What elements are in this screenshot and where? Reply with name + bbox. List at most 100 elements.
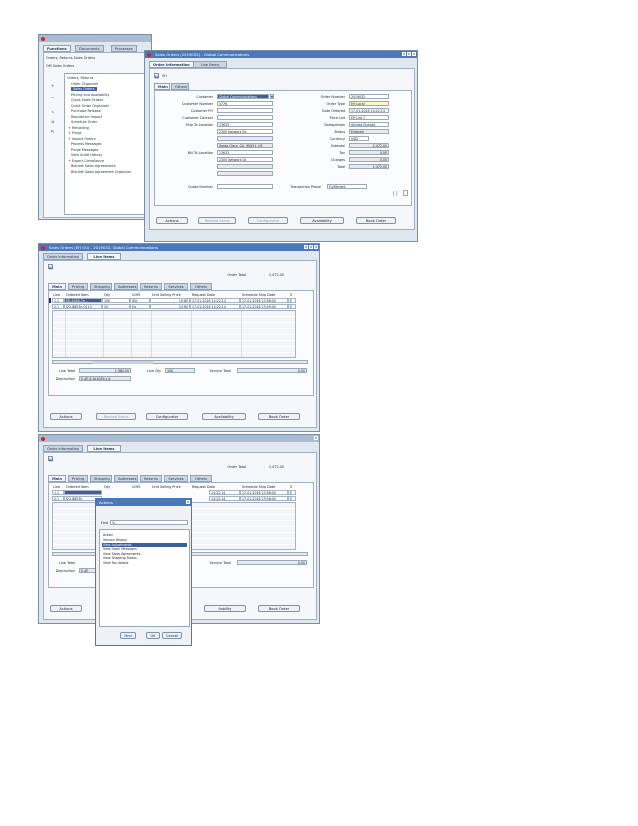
- book-order-button[interactable]: Book Order: [258, 605, 300, 612]
- nav-item-import-orders[interactable]: + Import Orders: [68, 137, 96, 141]
- subtab-shipping[interactable]: Shipping: [90, 475, 112, 482]
- attachment-icon[interactable]: ▤: [154, 73, 159, 79]
- subtab-main[interactable]: Main: [154, 83, 170, 90]
- nav-item-view-audit-history[interactable]: View Audit History: [71, 153, 102, 157]
- row1-ordered-item[interactable]: [64, 490, 102, 495]
- row2-line[interactable]: 2.1: [52, 304, 64, 309]
- related-items-button[interactable]: Related Items: [198, 217, 236, 224]
- subtab-others[interactable]: Others: [190, 475, 212, 482]
- attachment-icon[interactable]: ▤: [48, 456, 53, 462]
- row1-uom[interactable]: IEA: [130, 298, 150, 303]
- tab-order-information[interactable]: Order Information: [43, 253, 84, 260]
- row1-status[interactable]: E: [288, 298, 296, 303]
- nav-item-reholding[interactable]: + Reholding: [68, 126, 89, 130]
- action-view-sales-agreements[interactable]: View Sales Agreements: [102, 552, 140, 556]
- row2-ordered-item[interactable]: DO-8853h-0110: [64, 304, 102, 309]
- order-type-field[interactable]: EH Local: [349, 101, 389, 106]
- row2-status[interactable]: E: [288, 304, 296, 309]
- subtab-services[interactable]: Services: [164, 283, 188, 290]
- find-input[interactable]: %: [110, 520, 188, 525]
- nav-tab-processes[interactable]: Processes: [111, 45, 137, 52]
- customer-field[interactable]: Global Communications: [217, 94, 269, 99]
- nav-item-pricing-availability[interactable]: Pricing and Availability: [71, 93, 109, 97]
- row1-qty[interactable]: 100: [102, 298, 130, 303]
- row1-schedule-ship-date[interactable]: 17-01-2016 23:58:00: [240, 490, 288, 495]
- row2-unit-price[interactable]: 24.60: [150, 304, 190, 309]
- subtab-pricing[interactable]: Pricing: [68, 283, 88, 290]
- row2-status[interactable]: E: [288, 496, 296, 501]
- ship-to-location-field[interactable]: 13633: [217, 122, 273, 127]
- row2-qty[interactable]: 20: [102, 304, 130, 309]
- action-view-tax-details[interactable]: View Tax details: [102, 561, 128, 565]
- nav-item-order-organizer[interactable]: Order Organizer: [71, 82, 98, 86]
- subtab-services[interactable]: Services: [164, 475, 188, 482]
- actions-button[interactable]: Actions: [156, 217, 188, 224]
- order-number-field[interactable]: 2019032: [349, 94, 389, 99]
- subtab-addresses[interactable]: Addresses: [114, 283, 138, 290]
- row2-uom[interactable]: Ea: [130, 304, 150, 309]
- price-list-field[interactable]: EH List 1: [349, 115, 389, 120]
- configurator-button[interactable]: Configurator: [248, 217, 288, 224]
- subtab-addresses[interactable]: Addresses: [114, 475, 138, 482]
- nav-tab-functions[interactable]: Functions: [43, 45, 71, 52]
- tab-line-items[interactable]: Line Items: [193, 61, 227, 68]
- actions-button[interactable]: Actions: [50, 605, 82, 612]
- row2-schedule-ship-date[interactable]: 17-01-2016 23:59:00: [240, 304, 288, 309]
- nav-item-purchase-release[interactable]: Purchase Release: [71, 109, 101, 113]
- nav-item-quick-sales-orders[interactable]: Quick Sales Orders: [71, 98, 103, 102]
- action-version-history[interactable]: Version History: [102, 538, 127, 542]
- nav-item-blanket-sales-agreements[interactable]: Blanket Sales Agreements: [71, 164, 116, 168]
- tab-order-information[interactable]: Order Information: [43, 445, 84, 452]
- nav-item-sales-orders[interactable]: Sales Orders: [71, 87, 97, 91]
- quote-number-field[interactable]: [217, 184, 273, 189]
- currency-field[interactable]: USD: [349, 136, 369, 141]
- ok-button[interactable]: OK: [146, 632, 160, 639]
- close-icon[interactable]: [412, 52, 416, 56]
- nav-item-orders-returns[interactable]: Orders, Returns: [67, 76, 94, 80]
- action-view-shipping-status[interactable]: View Shipping Status: [102, 556, 137, 560]
- subtab-pricing[interactable]: Pricing: [68, 475, 88, 482]
- row2-request-date[interactable]: 14:22:14: [209, 496, 240, 501]
- transaction-phase-field[interactable]: Fulfillment: [327, 184, 367, 189]
- customer-po-field[interactable]: [217, 108, 273, 113]
- maximize-icon[interactable]: [309, 245, 313, 249]
- nav-item-process-messages[interactable]: Process Messages: [71, 142, 102, 146]
- customer-contact-field[interactable]: [217, 115, 273, 120]
- nav-item-blanket-agreement-organizer[interactable]: Blanket Sales Agreement Organizer: [71, 170, 131, 174]
- availability-button[interactable]: ilability: [204, 605, 246, 612]
- row2-schedule-ship-date[interactable]: 17-01-2016 23:58:00: [240, 496, 288, 501]
- tab-line-items[interactable]: Line Items: [87, 253, 121, 260]
- subtab-main[interactable]: Main: [48, 475, 66, 482]
- nav-item-purge[interactable]: + Purge: [68, 131, 82, 135]
- tab-line-items[interactable]: Line Items: [87, 445, 121, 452]
- customer-lov-icon[interactable]: ▾: [270, 94, 274, 99]
- subtab-returns[interactable]: Returns: [140, 283, 162, 290]
- subtab-shipping[interactable]: Shipping: [90, 283, 112, 290]
- row1-status[interactable]: E: [288, 490, 296, 495]
- close-icon[interactable]: [314, 245, 318, 249]
- tab-order-information[interactable]: Order Information: [149, 61, 194, 68]
- action-view-adjustments[interactable]: View Adjustments: [102, 542, 187, 547]
- attachment-icon[interactable]: ▤: [48, 264, 53, 270]
- related-items-button[interactable]: Related Items: [96, 413, 136, 420]
- context-field-box[interactable]: [403, 190, 408, 196]
- book-order-button[interactable]: Book Order: [356, 217, 396, 224]
- nav-item-export-compliance[interactable]: + Export Compliance: [68, 159, 104, 163]
- book-order-button[interactable]: Book Order: [258, 413, 300, 420]
- nav-item-quick-order-organizer[interactable]: Quick Order Organizer: [71, 104, 109, 108]
- minimize-icon[interactable]: [304, 245, 308, 249]
- horizontal-scrollbar[interactable]: [52, 360, 308, 364]
- subtab-main[interactable]: Main: [48, 283, 66, 290]
- nav-item-purge-messages[interactable]: Purge Messages: [71, 148, 98, 152]
- nav-item-schedule-order[interactable]: Schedule Order: [71, 120, 97, 124]
- expand-all-icon[interactable]: ⇲: [50, 119, 55, 124]
- row1-request-date[interactable]: 14:22:14: [209, 490, 240, 495]
- row2-line[interactable]: 2.1: [52, 496, 64, 501]
- row1-line[interactable]: 1.1: [52, 490, 64, 495]
- date-ordered-field[interactable]: 17-01-2016 14:22:14: [349, 108, 389, 113]
- collapse-all-icon[interactable]: ⇱: [50, 129, 55, 134]
- expand-icon[interactable]: +: [50, 83, 55, 88]
- row1-unit-price[interactable]: 19.80: [150, 298, 190, 303]
- row1-schedule-ship-date[interactable]: 17-01-2016 23:58:00: [240, 298, 288, 303]
- close-icon[interactable]: [314, 436, 318, 440]
